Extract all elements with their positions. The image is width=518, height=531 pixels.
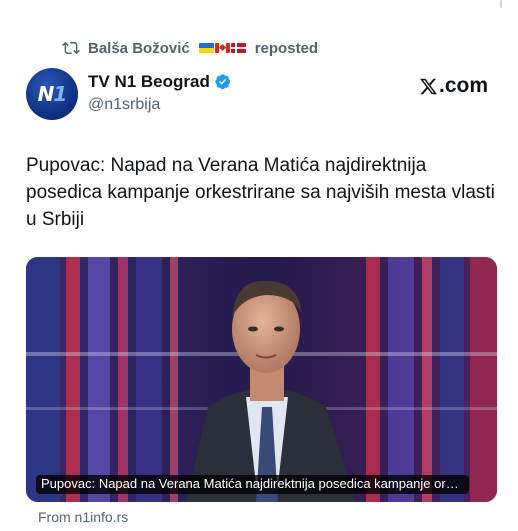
x-brand-text: .com <box>438 74 488 97</box>
author-name-row[interactable]: TV N1 Beograd <box>88 72 233 92</box>
x-logo-icon <box>419 77 438 96</box>
x-com-brand[interactable]: .com <box>419 74 488 98</box>
ukraine-flag-icon <box>198 43 214 53</box>
canada-flag-icon <box>214 43 230 53</box>
n1-logo-icon: N1 <box>37 82 68 106</box>
repost-context[interactable]: Balša Božović reposted <box>62 38 318 58</box>
author-display-name[interactable]: TV N1 Beograd <box>88 72 210 92</box>
verified-badge-icon <box>214 73 233 92</box>
flag-emojis <box>198 43 246 53</box>
scrollbar-thumb[interactable] <box>500 0 502 8</box>
author-handle[interactable]: @n1srbija <box>88 96 160 114</box>
repost-icon <box>62 39 80 57</box>
link-card-image[interactable]: Pupovac: Napad na Verana Matića najdirek… <box>26 257 497 502</box>
tweet-text: Pupovac: Napad na Verana Matića najdirek… <box>26 155 495 230</box>
studio-photo <box>26 257 497 502</box>
link-source[interactable]: From n1info.rs <box>38 509 128 525</box>
denmark-flag-icon <box>230 43 246 53</box>
avatar[interactable]: N1 <box>26 68 78 120</box>
link-card-caption: Pupovac: Napad na Verana Matića najdirek… <box>36 475 469 494</box>
repost-user-name[interactable]: Balša Božović <box>88 40 190 57</box>
repost-action-label: reposted <box>254 39 319 57</box>
